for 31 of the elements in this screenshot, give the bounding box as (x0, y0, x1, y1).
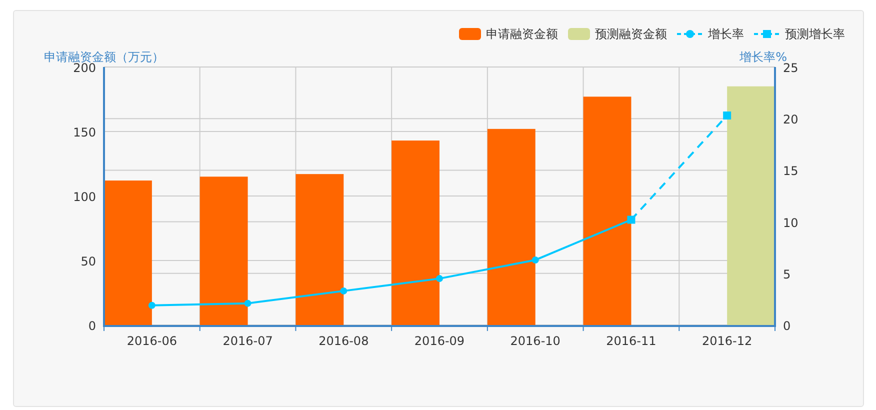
axis-label: 2016-08 (318, 334, 369, 348)
axis-label: 2016-10 (510, 334, 560, 348)
axis-label: 0 (88, 319, 96, 333)
axis-label: 200 (73, 61, 96, 75)
legend-label[interactable]: 申请融资金额 (486, 26, 558, 42)
axis-label: 50 (80, 254, 96, 268)
axis-title: 增长率% (740, 50, 787, 64)
axis-label: 0 (783, 319, 791, 333)
axis-label: 5 (783, 267, 791, 282)
axis-label: 150 (73, 126, 96, 140)
axis-label: 100 (73, 190, 96, 204)
axis-label: 2016-09 (414, 334, 465, 348)
axis-label: 2016-07 (222, 334, 273, 348)
legend-label[interactable]: 预测融资金额 (595, 26, 667, 42)
axis-title: 申请融资金额（万元） (44, 50, 164, 64)
data-point (436, 275, 443, 282)
axis-label: 20 (783, 112, 798, 127)
axis-label: 2016-06 (126, 334, 177, 348)
axis-label: 10 (783, 216, 798, 230)
legend-label[interactable]: 增长率 (708, 26, 744, 42)
axis-label: 2016-11 (606, 334, 656, 348)
data-point (723, 112, 732, 120)
data-point (340, 287, 348, 294)
axis-label: 25 (783, 61, 798, 75)
axis-label: 2016-12 (702, 334, 752, 348)
data-point (244, 300, 252, 307)
data-point (532, 256, 539, 264)
legend-label[interactable]: 预测增长率 (785, 26, 845, 42)
axis-label: 15 (783, 164, 798, 178)
data-point (148, 302, 156, 309)
data-point (627, 216, 636, 224)
